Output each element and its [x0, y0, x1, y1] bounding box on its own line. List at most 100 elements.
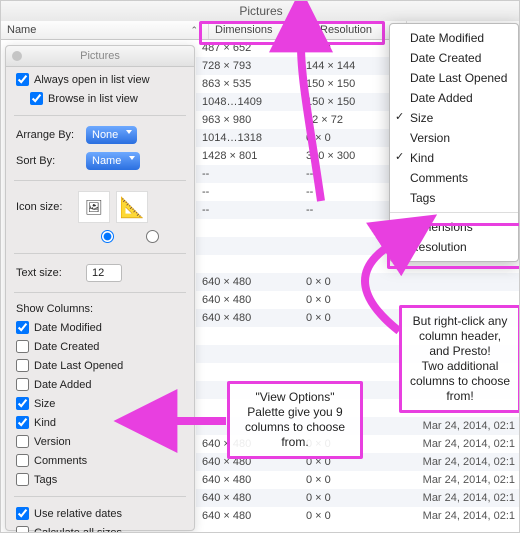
cell-date: Mar 24, 2014, 02:1	[392, 453, 520, 471]
cell-resolution	[300, 345, 392, 363]
cell-date: Mar 24, 2014, 02:1	[392, 417, 520, 435]
show-column-checkbox[interactable]: Size	[16, 397, 184, 410]
icon-size-label: Icon size:	[16, 201, 78, 213]
cell-resolution	[300, 219, 392, 237]
cell-dimensions	[196, 363, 300, 381]
show-column-checkbox[interactable]: Tags	[16, 473, 184, 486]
context-menu-item[interactable]: Tags	[390, 188, 518, 208]
table-row[interactable]: 640 × 4800 × 0Mar 24, 2014, 02:1	[196, 471, 520, 489]
show-column-checkbox[interactable]: Date Created	[16, 340, 184, 353]
cell-dimensions: 640 × 480	[196, 489, 300, 507]
cell-resolution: 0 × 0	[300, 471, 392, 489]
arrange-by-row: Arrange By: None	[16, 126, 184, 144]
cell-dimensions: 640 × 480	[196, 507, 300, 525]
icon-size-small-radio[interactable]	[101, 230, 114, 243]
icon-size-row: Icon size: 🖼 📐	[16, 191, 184, 223]
cell-resolution: 0 × 0	[300, 39, 392, 57]
context-menu-item[interactable]: Kind	[390, 148, 518, 168]
arrange-by-select[interactable]: None	[86, 126, 137, 144]
cell-resolution: 0 × 0	[300, 309, 392, 327]
cell-dimensions: --	[196, 201, 300, 219]
context-menu-item[interactable]: Size	[390, 108, 518, 128]
cell-resolution: --	[300, 183, 392, 201]
cell-dimensions: 1014…1318	[196, 129, 300, 147]
cell-date: Mar 24, 2014, 02:1	[392, 435, 520, 453]
column-header-name-label: Name	[7, 21, 36, 39]
menu-separator	[390, 212, 518, 213]
close-icon[interactable]	[12, 51, 22, 61]
text-size-select[interactable]: 12	[86, 264, 122, 282]
context-menu-item[interactable]: Date Added	[390, 88, 518, 108]
sort-caret-icon: ⌃	[190, 21, 198, 39]
context-menu-item[interactable]: Date Created	[390, 48, 518, 68]
screenshot-root: Pictures Name ⌃ Dimensions Resolution 48…	[0, 0, 520, 533]
always-open-checkbox[interactable]: Always open in list view	[16, 73, 184, 86]
cell-resolution: 0 × 0	[300, 273, 392, 291]
sort-by-select[interactable]: Name	[86, 152, 140, 170]
cell-resolution: 0 × 0	[300, 129, 392, 147]
cell-resolution: 72 × 72	[300, 111, 392, 129]
cell-resolution	[300, 327, 392, 345]
cell-dimensions: 487 × 652	[196, 39, 300, 57]
show-column-checkbox[interactable]: Version	[16, 435, 184, 448]
context-menu-item[interactable]: Dimensions	[390, 217, 518, 237]
cell-dimensions: 863 × 535	[196, 75, 300, 93]
show-columns-heading: Show Columns:	[16, 303, 184, 315]
cell-dimensions	[196, 219, 300, 237]
cell-dimensions: 1048…1409	[196, 93, 300, 111]
cell-date: Mar 24, 2014, 02:1	[392, 489, 520, 507]
show-column-checkbox[interactable]: Date Modified	[16, 321, 184, 334]
browse-checkbox[interactable]: Browse in list view	[30, 92, 184, 105]
column-context-menu: Date ModifiedDate CreatedDate Last Opene…	[389, 23, 519, 262]
table-row[interactable]: 640 × 4800 × 0	[196, 273, 520, 291]
cell-dimensions: 963 × 980	[196, 111, 300, 129]
cell-resolution	[300, 363, 392, 381]
icon-preview-small: 🖼	[78, 191, 110, 223]
cell-resolution: --	[300, 201, 392, 219]
cell-resolution	[300, 255, 392, 273]
context-menu-item[interactable]: Date Last Opened	[390, 68, 518, 88]
cell-resolution: 150 × 150	[300, 93, 392, 111]
cell-dimensions: 640 × 480	[196, 471, 300, 489]
annotation-right: But right-click any column header, and P…	[399, 305, 520, 413]
cell-dimensions: 640 × 480	[196, 291, 300, 309]
cell-date	[392, 273, 520, 291]
use-relative-dates-checkbox[interactable]: Use relative dates	[16, 507, 184, 520]
context-menu-item[interactable]: Version	[390, 128, 518, 148]
cell-resolution: 0 × 0	[300, 489, 392, 507]
table-row[interactable]: 640 × 4800 × 0Mar 24, 2014, 02:1	[196, 507, 520, 525]
column-header-name[interactable]: Name ⌃	[1, 21, 209, 39]
text-size-row: Text size: 12	[16, 264, 184, 282]
cell-dimensions: --	[196, 165, 300, 183]
table-row[interactable]: 640 × 4800 × 0Mar 24, 2014, 02:1	[196, 489, 520, 507]
cell-resolution: --	[300, 165, 392, 183]
column-header-dimensions[interactable]: Dimensions	[209, 21, 314, 39]
cell-dimensions: --	[196, 183, 300, 201]
icon-size-radio-group	[74, 227, 184, 243]
cell-resolution: 300 × 300	[300, 147, 392, 165]
icon-size-large-radio[interactable]	[146, 230, 159, 243]
cell-resolution	[300, 237, 392, 255]
context-menu-item[interactable]: Date Modified	[390, 28, 518, 48]
show-column-checkbox[interactable]: Comments	[16, 454, 184, 467]
cell-dimensions	[196, 237, 300, 255]
cell-dimensions: 728 × 793	[196, 57, 300, 75]
palette-title-bar[interactable]: Pictures	[6, 46, 194, 67]
cell-dimensions: 640 × 480	[196, 309, 300, 327]
annotation-left: "View Options" Palette give you 9 column…	[227, 381, 363, 459]
arrange-by-label: Arrange By:	[16, 129, 86, 141]
cell-dimensions	[196, 255, 300, 273]
calculate-all-sizes-checkbox[interactable]: Calculate all sizes	[16, 526, 184, 533]
sort-by-row: Sort By: Name	[16, 152, 184, 170]
show-column-checkbox[interactable]: Kind	[16, 416, 184, 429]
window-title: Pictures	[1, 1, 520, 22]
cell-resolution: 0 × 0	[300, 507, 392, 525]
show-column-checkbox[interactable]: Date Last Opened	[16, 359, 184, 372]
text-size-label: Text size:	[16, 267, 86, 279]
cell-dimensions	[196, 345, 300, 363]
icon-preview-large: 📐	[116, 191, 148, 223]
context-menu-item[interactable]: Comments	[390, 168, 518, 188]
context-menu-item[interactable]: Resolution	[390, 237, 518, 257]
show-column-checkbox[interactable]: Date Added	[16, 378, 184, 391]
cell-dimensions: 640 × 480	[196, 273, 300, 291]
